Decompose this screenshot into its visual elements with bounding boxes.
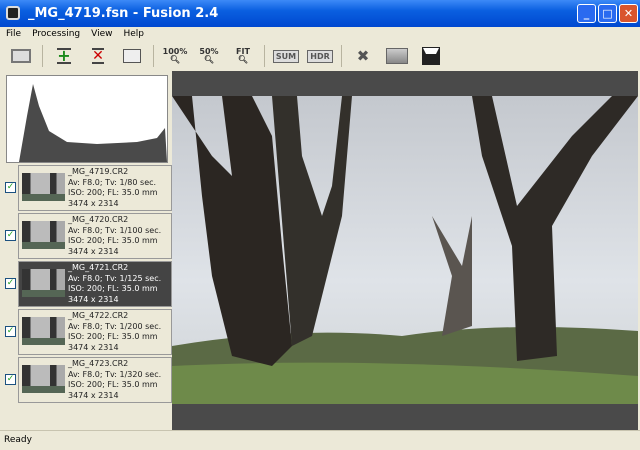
image-exposure: Av: F8.0; Tv: 1/125 sec. — [68, 273, 162, 283]
image-list-item[interactable]: _MG_4723.CR2 Av: F8.0; Tv: 1/320 sec. IS… — [18, 357, 172, 403]
image-exposure: Av: F8.0; Tv: 1/320 sec. — [68, 369, 162, 379]
maximize-button[interactable]: □ — [598, 4, 617, 23]
image-list-panel: ✓ _MG_4719.CR2 Av: F8.0; Tv: 1/80 sec. I… — [0, 71, 172, 430]
picture-icon — [386, 48, 408, 64]
image-exposure: Av: F8.0; Tv: 1/80 sec. — [68, 177, 157, 187]
image-thumbnail — [22, 317, 65, 345]
sum-label: SUM — [272, 49, 300, 63]
hdr-button[interactable]: HDR — [307, 44, 333, 68]
app-icon[interactable] — [6, 6, 20, 20]
remove-icon: ✕ — [92, 48, 104, 64]
magnifier-icon: 🔍︎ — [169, 55, 181, 64]
image-dimensions: 3474 x 2314 — [68, 342, 119, 352]
image-thumbnail — [22, 221, 65, 249]
preview-photo — [172, 96, 638, 404]
floppy-icon — [422, 47, 440, 65]
include-checkbox[interactable]: ✓ — [5, 326, 16, 337]
menu-view[interactable]: View — [91, 29, 112, 39]
image-iso: ISO: 200; FL: 35.0 mm — [68, 188, 158, 197]
include-checkbox[interactable]: ✓ — [5, 182, 16, 193]
toolbar: + ✕ 100% 🔍︎ 50% 🔍︎ FIT 🔍︎ SUM HDR ✖ — [0, 41, 640, 71]
image-list-item[interactable]: _MG_4719.CR2 Av: F8.0; Tv: 1/80 sec. ISO… — [18, 165, 172, 211]
image-thumbnail — [22, 269, 65, 297]
include-checkbox[interactable]: ✓ — [5, 278, 16, 289]
separator — [341, 45, 342, 67]
image-dimensions: 3474 x 2314 — [68, 294, 119, 304]
tools-icon: ✖ — [356, 47, 370, 65]
import-button[interactable] — [119, 44, 145, 68]
histogram-graph — [7, 84, 167, 162]
image-thumbnail — [22, 173, 65, 201]
status-text: Ready — [4, 435, 32, 445]
title-bar: _MG_4719.fsn - Fusion 2.4 _ □ ✕ — [0, 0, 640, 27]
magnifier-icon: 🔍︎ — [237, 55, 249, 64]
image-preview[interactable] — [172, 71, 638, 430]
menu-file[interactable]: File — [6, 29, 21, 39]
zoom-100-button[interactable]: 100% 🔍︎ — [162, 44, 188, 68]
blank-icon — [11, 49, 31, 63]
save-button[interactable] — [418, 44, 444, 68]
add-icon: + — [57, 46, 71, 65]
add-image-button[interactable]: + — [51, 44, 77, 68]
image-iso: ISO: 200; FL: 35.0 mm — [68, 236, 158, 245]
image-filename: _MG_4722.CR2 — [68, 311, 129, 320]
close-button[interactable]: ✕ — [619, 4, 638, 23]
zoom-fit-button[interactable]: FIT 🔍︎ — [230, 44, 256, 68]
include-checkbox[interactable]: ✓ — [5, 230, 16, 241]
preview-button[interactable] — [384, 44, 410, 68]
hdr-label: HDR — [307, 49, 333, 63]
image-dimensions: 3474 x 2314 — [68, 390, 119, 400]
menu-processing[interactable]: Processing — [32, 29, 80, 39]
image-filename: _MG_4723.CR2 — [68, 359, 129, 368]
magnifier-icon: 🔍︎ — [203, 55, 215, 64]
window-title: _MG_4719.fsn - Fusion 2.4 — [28, 6, 219, 21]
image-dimensions: 3474 x 2314 — [68, 246, 119, 256]
landscape-photo — [172, 96, 638, 404]
menu-bar: File Processing View Help — [0, 27, 640, 41]
status-bar: Ready — [0, 430, 640, 450]
image-filename: _MG_4719.CR2 — [68, 167, 129, 176]
import-icon — [123, 49, 141, 63]
separator — [42, 45, 43, 67]
image-dimensions: 3474 x 2314 — [68, 198, 119, 208]
minimize-button[interactable]: _ — [577, 4, 596, 23]
remove-image-button[interactable]: ✕ — [85, 44, 111, 68]
image-list-item[interactable]: _MG_4721.CR2 Av: F8.0; Tv: 1/125 sec. IS… — [18, 261, 172, 307]
image-iso: ISO: 200; FL: 35.0 mm — [68, 332, 158, 341]
separator — [153, 45, 154, 67]
image-thumbnail — [22, 365, 65, 393]
image-iso: ISO: 200; FL: 35.0 mm — [68, 380, 158, 389]
separator — [264, 45, 265, 67]
zoom-50-button[interactable]: 50% 🔍︎ — [196, 44, 222, 68]
sum-button[interactable]: SUM — [272, 44, 300, 68]
menu-help[interactable]: Help — [123, 29, 144, 39]
include-checkbox[interactable]: ✓ — [5, 374, 16, 385]
new-button[interactable] — [8, 44, 34, 68]
image-exposure: Av: F8.0; Tv: 1/200 sec. — [68, 321, 162, 331]
image-filename: _MG_4720.CR2 — [68, 215, 129, 224]
image-filename: _MG_4721.CR2 — [68, 263, 129, 272]
image-list-item[interactable]: _MG_4722.CR2 Av: F8.0; Tv: 1/200 sec. IS… — [18, 309, 172, 355]
image-exposure: Av: F8.0; Tv: 1/100 sec. — [68, 225, 162, 235]
settings-button[interactable]: ✖ — [350, 44, 376, 68]
image-iso: ISO: 200; FL: 35.0 mm — [68, 284, 158, 293]
histogram — [6, 75, 168, 163]
image-list-item[interactable]: _MG_4720.CR2 Av: F8.0; Tv: 1/100 sec. IS… — [18, 213, 172, 259]
